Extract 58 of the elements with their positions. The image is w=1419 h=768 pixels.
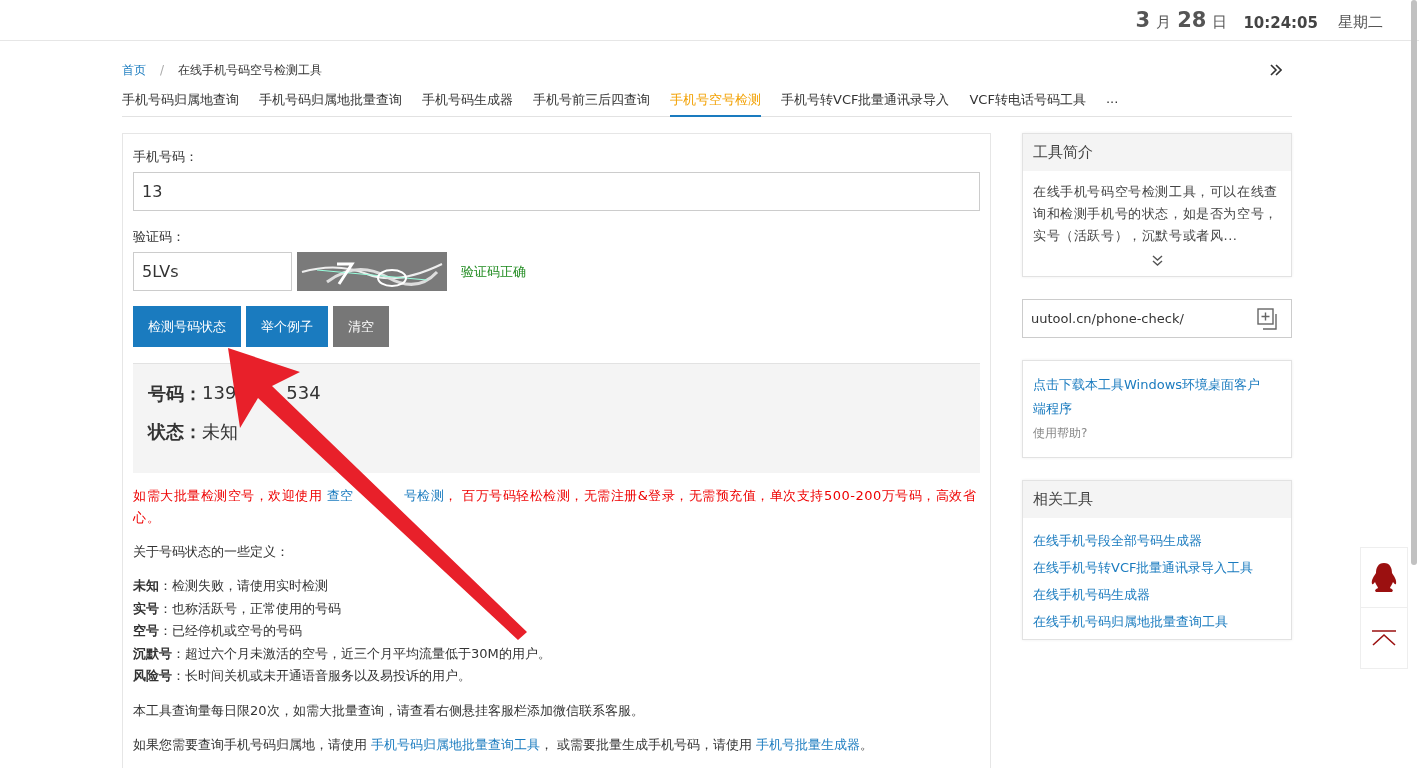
field-label: 手机号码：	[133, 148, 199, 166]
definition-line: 实号：也称活跃号，正常使用的号码	[133, 599, 342, 618]
more-tabs[interactable]: ...	[1105, 91, 1119, 116]
month-number: 3	[1135, 8, 1151, 32]
text-link[interactable]: 查空	[326, 488, 354, 503]
related-link[interactable]: 在线手机号段全部号码生成器	[1033, 532, 1281, 550]
definition-line: 风险号：长时间关机或未开通语音服务以及易投诉的用户。	[133, 667, 472, 685]
phone-input[interactable]: 13	[133, 172, 980, 211]
result-label: 号码：	[148, 382, 202, 406]
card-title: 相关工具	[1023, 481, 1291, 518]
result-value: 未知	[202, 420, 238, 444]
clock-time: 10:24:05	[1243, 14, 1318, 32]
intro-text: 在线手机号码空号检测工具，可以在线查询和检测手机号的状态，如是否为空号，实号（活跃号），沉默号或者风...	[1032, 183, 1279, 245]
text-link[interactable]: 手机号批量生成器	[756, 736, 861, 752]
result-value: 139	[202, 382, 237, 405]
captcha-status: 验证码正确	[461, 262, 526, 281]
result-value: 534	[286, 382, 321, 405]
footer-text: 如果您需要查询手机号码归属地，请使用 手机号码归属地批量查询工具， 或需要批量生成手机号码，请使用 手机号批量生成器。	[133, 735, 875, 754]
month-unit: 月	[1156, 13, 1172, 32]
nav-tab[interactable]: 手机号转VCF批量通讯录导入	[781, 91, 950, 117]
breadcrumb-current: 在线手机号码空号检测工具	[178, 61, 323, 79]
day-number: 28	[1177, 8, 1207, 32]
nav-tab[interactable]: 手机号码生成器	[422, 91, 513, 117]
nav-tab[interactable]: VCF转电话号码工具	[969, 91, 1086, 117]
field-label: 验证码：	[133, 228, 186, 246]
text-link[interactable]: 号检测	[403, 488, 445, 503]
nav-tab[interactable]: 手机号码归属地查询	[122, 91, 239, 117]
back-to-top-icon[interactable]	[1371, 630, 1397, 646]
notice-text: 如需大批量检测空号，欢迎使用 查空 号检测， 百万号码轻松检测，无需注册&登录，无需预充值，单次支持500-200万号码，高效省心。	[133, 487, 978, 527]
url-field[interactable]: uutool.cn/phone-check/	[1022, 299, 1292, 338]
copy-icon[interactable]	[1257, 307, 1279, 330]
definition-line: 未知：检测失败，请使用实时检测	[133, 577, 329, 595]
weekday: 星期二	[1338, 13, 1383, 32]
double-chevron-right-icon[interactable]	[1270, 64, 1282, 76]
download-link[interactable]: 点击下载本工具Windows环境桌面客户端程序	[1033, 373, 1281, 421]
definition-line: 沉默号：超过六个月未激活的空号，近三个月平均流量低于30M的用户。	[133, 644, 552, 663]
day-unit: 日	[1212, 13, 1228, 32]
captcha-input[interactable]: 5LVs	[133, 252, 292, 291]
card-title: 工具简介	[1023, 134, 1291, 171]
definitions-intro: 关于号码状态的一些定义：	[133, 543, 290, 561]
related-link[interactable]: 在线手机号码生成器	[1033, 586, 1281, 604]
action-button[interactable]: 检测号码状态	[133, 306, 241, 347]
penguin-icon[interactable]	[1369, 561, 1399, 594]
limit-text: 本工具查询量每日限20次，如需大批量查询，请查看右侧悬挂客服栏添加微信联系客服。	[133, 701, 645, 720]
text-link[interactable]: 手机号码归属地批量查询工具	[371, 736, 541, 752]
breadcrumb-separator: /	[160, 63, 165, 77]
result-label: 状态：	[148, 420, 202, 444]
nav-tab[interactable]: 手机号前三后四查询	[533, 91, 650, 117]
scrollbar[interactable]	[1411, 0, 1417, 565]
related-link[interactable]: 在线手机号码归属地批量查询工具	[1033, 613, 1281, 631]
double-chevron-down-icon[interactable]	[1151, 255, 1163, 266]
home-link[interactable]: 首页	[122, 61, 146, 79]
action-button[interactable]: 清空	[333, 306, 389, 347]
related-link[interactable]: 在线手机号转VCF批量通讯录导入工具	[1033, 559, 1281, 577]
help-link[interactable]: 使用帮助?	[1033, 421, 1088, 445]
nav-tab[interactable]: 手机号码归属地批量查询	[259, 91, 402, 117]
definition-line: 空号：已经停机或空号的号码	[133, 622, 303, 640]
action-button[interactable]: 举个例子	[246, 306, 328, 347]
